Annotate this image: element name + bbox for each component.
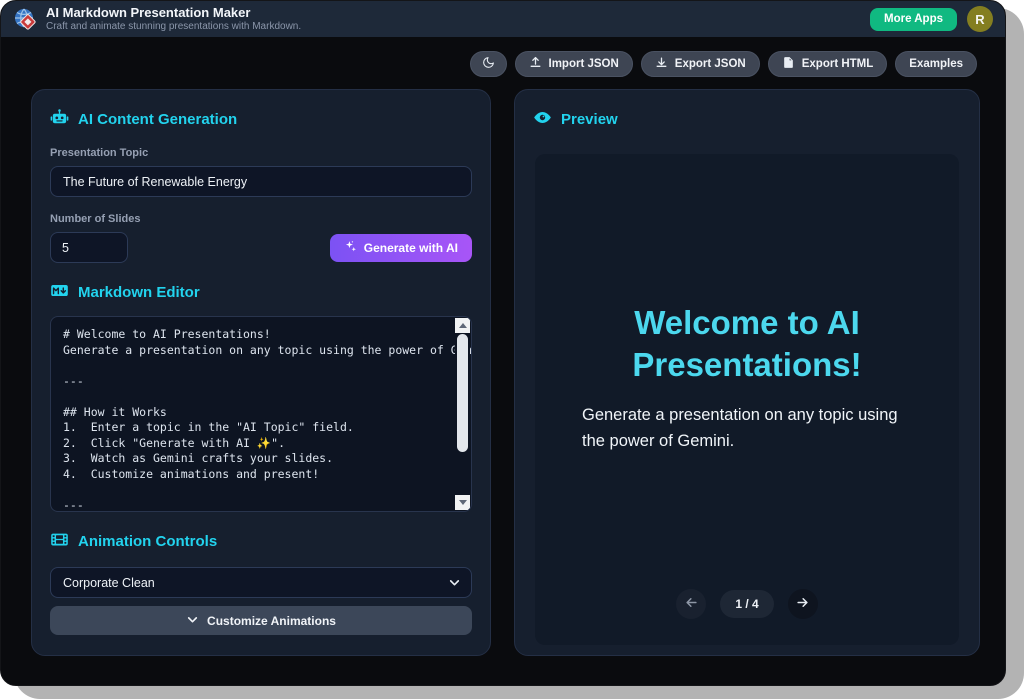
scrollbar-down-button[interactable]: [455, 495, 470, 510]
toolbar: Import JSON Export JSON Export HTML Exam…: [470, 51, 978, 77]
markdown-icon: [50, 281, 69, 304]
app-logo-icon: [13, 7, 37, 31]
app-header: AI Markdown Presentation Maker Craft and…: [1, 1, 1005, 37]
topic-input[interactable]: [50, 166, 472, 197]
slides-label: Number of Slides: [50, 213, 472, 225]
generation-heading: AI Content Generation: [50, 108, 472, 131]
topic-label: Presentation Topic: [50, 147, 472, 159]
file-icon: [782, 56, 795, 72]
examples-label: Examples: [909, 58, 963, 70]
robot-icon: [50, 108, 69, 131]
editor-heading-label: Markdown Editor: [78, 284, 200, 301]
animation-preset-select[interactable]: Corporate Clean: [50, 567, 472, 598]
customize-animations-button[interactable]: Customize Animations: [50, 606, 472, 635]
sparkles-icon: [344, 240, 357, 256]
slide-title: Welcome to AI Presentations!: [565, 302, 929, 386]
markdown-textarea[interactable]: # Welcome to AI Presentations! Generate …: [51, 317, 471, 511]
app-subtitle: Craft and animate stunning presentations…: [46, 21, 870, 32]
export-json-button[interactable]: Export JSON: [641, 51, 760, 77]
export-html-label: Export HTML: [802, 58, 874, 70]
content-generation-panel: AI Content Generation Presentation Topic…: [31, 89, 491, 656]
arrow-left-icon: [684, 595, 699, 613]
arrow-right-icon: [795, 595, 810, 613]
generate-label: Generate with AI: [364, 241, 458, 255]
import-json-label: Import JSON: [549, 58, 619, 70]
eye-icon: [533, 108, 552, 131]
examples-button[interactable]: Examples: [895, 51, 977, 77]
generation-heading-label: AI Content Generation: [78, 111, 237, 128]
app-window: AI Markdown Presentation Maker Craft and…: [0, 0, 1006, 686]
markdown-editor: # Welcome to AI Presentations! Generate …: [50, 316, 472, 512]
editor-scrollbar[interactable]: [455, 318, 470, 510]
more-apps-button[interactable]: More Apps: [870, 8, 957, 31]
editor-heading: Markdown Editor: [50, 281, 472, 304]
slide-preview: Welcome to AI Presentations! Generate a …: [535, 154, 959, 645]
export-html-button[interactable]: Export HTML: [768, 51, 888, 77]
page-indicator: 1 / 4: [720, 590, 773, 618]
moon-icon: [482, 56, 495, 72]
animation-heading: Animation Controls: [50, 530, 472, 553]
app-title: AI Markdown Presentation Maker: [46, 6, 870, 20]
chevron-down-icon: [186, 613, 199, 629]
download-icon: [655, 56, 668, 72]
next-slide-button[interactable]: [788, 589, 818, 619]
preset-select-wrap: Corporate Clean: [50, 567, 472, 598]
triangle-up-icon: [459, 323, 467, 328]
import-json-button[interactable]: Import JSON: [515, 51, 633, 77]
slide-body-text: Generate a presentation on any topic usi…: [582, 402, 912, 455]
film-icon: [50, 530, 69, 553]
slides-row: Generate with AI: [50, 232, 472, 263]
preview-panel: Preview Welcome to AI Presentations! Gen…: [514, 89, 980, 656]
upload-icon: [529, 56, 542, 72]
previous-slide-button[interactable]: [676, 589, 706, 619]
screenshot-stage: AI Markdown Presentation Maker Craft and…: [0, 0, 1024, 699]
preview-heading-label: Preview: [561, 111, 618, 128]
preview-heading: Preview: [533, 108, 961, 131]
slide-pager: 1 / 4: [535, 589, 959, 619]
export-json-label: Export JSON: [675, 58, 746, 70]
scrollbar-up-button[interactable]: [455, 318, 470, 333]
title-block: AI Markdown Presentation Maker Craft and…: [46, 6, 870, 32]
slides-count-input[interactable]: [50, 232, 128, 263]
triangle-down-icon: [459, 500, 467, 505]
avatar[interactable]: R: [967, 6, 993, 32]
customize-label: Customize Animations: [207, 614, 336, 628]
theme-toggle-button[interactable]: [470, 51, 507, 77]
animation-heading-label: Animation Controls: [78, 533, 217, 550]
generate-with-ai-button[interactable]: Generate with AI: [330, 234, 472, 262]
scrollbar-thumb[interactable]: [457, 334, 468, 452]
